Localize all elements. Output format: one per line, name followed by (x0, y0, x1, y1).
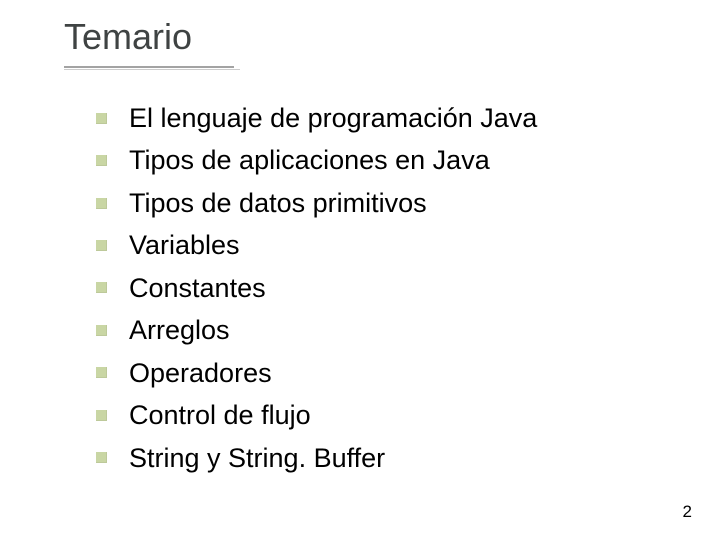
list-item: Operadores (96, 355, 680, 391)
square-bullet-icon (96, 325, 107, 336)
square-bullet-icon (96, 282, 107, 293)
square-bullet-icon (96, 240, 107, 251)
list-item: Tipos de aplicaciones en Java (96, 142, 680, 178)
list-item: String y String. Buffer (96, 440, 680, 476)
title-underline-shadow (64, 69, 240, 70)
square-bullet-icon (96, 452, 107, 463)
list-item-label: Arreglos (129, 312, 230, 348)
page-title: Temario (64, 16, 192, 62)
list-item-label: El lenguaje de programación Java (129, 100, 537, 136)
slide: Temario El lenguaje de programación Java… (0, 0, 720, 540)
page-number: 2 (683, 502, 692, 522)
list-item-label: Control de flujo (129, 397, 311, 433)
square-bullet-icon (96, 113, 107, 124)
list-item: El lenguaje de programación Java (96, 100, 680, 136)
bullet-list: El lenguaje de programación Java Tipos d… (96, 100, 680, 476)
square-bullet-icon (96, 410, 107, 421)
list-item-label: String y String. Buffer (129, 440, 385, 476)
list-item: Arreglos (96, 312, 680, 348)
list-item: Variables (96, 227, 680, 263)
title-wrap: Temario (64, 16, 192, 62)
list-item-label: Tipos de aplicaciones en Java (129, 142, 490, 178)
square-bullet-icon (96, 155, 107, 166)
list-item-label: Tipos de datos primitivos (129, 185, 427, 221)
list-item: Control de flujo (96, 397, 680, 433)
list-item-label: Operadores (129, 355, 272, 391)
square-bullet-icon (96, 367, 107, 378)
list-item: Tipos de datos primitivos (96, 185, 680, 221)
title-underline (64, 66, 234, 68)
list-item-label: Constantes (129, 270, 266, 306)
content-area: El lenguaje de programación Java Tipos d… (96, 100, 680, 482)
square-bullet-icon (96, 198, 107, 209)
list-item: Constantes (96, 270, 680, 306)
list-item-label: Variables (129, 227, 240, 263)
